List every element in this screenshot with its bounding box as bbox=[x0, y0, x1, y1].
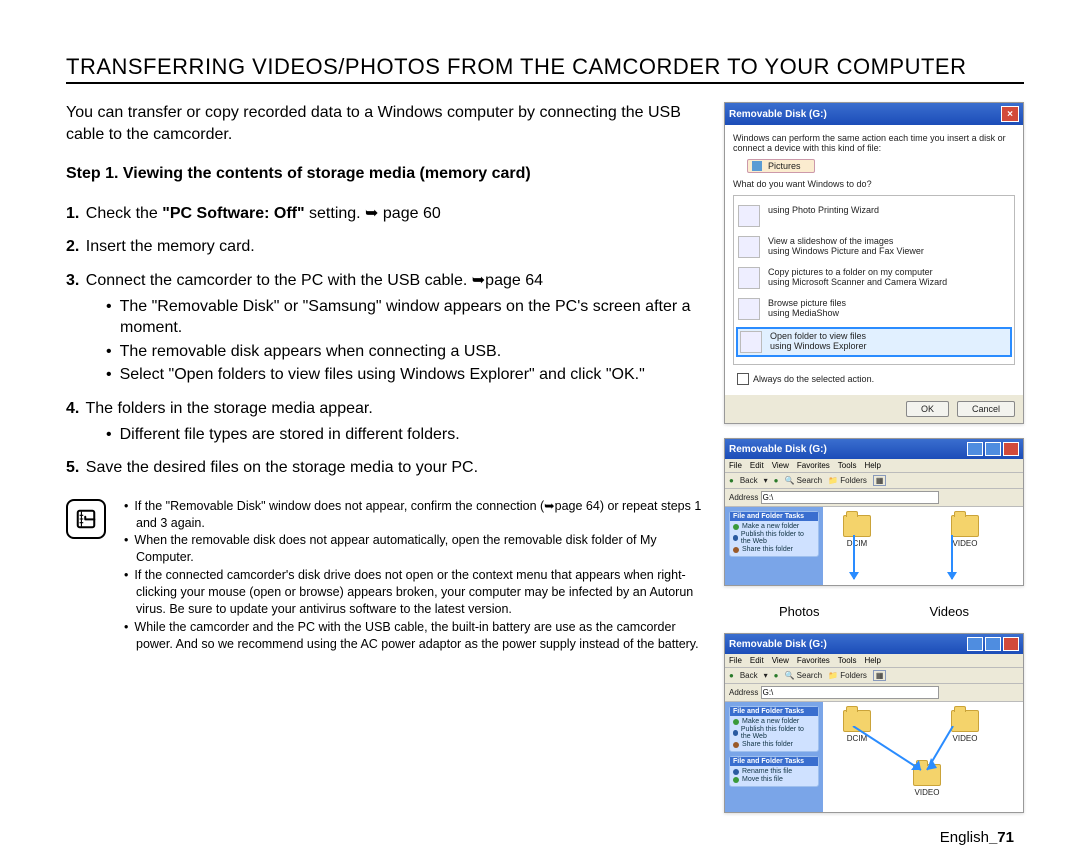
menu-item[interactable]: Favorites bbox=[797, 656, 830, 665]
option-icon bbox=[740, 331, 762, 353]
option-icon bbox=[738, 236, 760, 258]
menu-item[interactable]: Help bbox=[864, 656, 880, 665]
bullet-icon bbox=[733, 769, 739, 775]
always-checkbox[interactable]: Always do the selected action. bbox=[737, 373, 1015, 385]
dialog-prompt: What do you want Windows to do? bbox=[733, 179, 1015, 189]
task-pane: File and Folder Tasks Rename this file M… bbox=[729, 756, 819, 787]
arrow-icon bbox=[951, 535, 953, 579]
menu-item[interactable]: Favorites bbox=[797, 461, 830, 470]
menu-bar[interactable]: File Edit View Favorites Tools Help bbox=[725, 654, 1023, 668]
action-list[interactable]: using Photo Printing Wizard View a slides… bbox=[733, 195, 1015, 365]
address-input[interactable] bbox=[761, 491, 939, 504]
task-pane: File and Folder Tasks Make a new folder … bbox=[729, 511, 819, 557]
menu-item[interactable]: View bbox=[772, 461, 789, 470]
bullet-icon bbox=[733, 719, 739, 725]
address-input[interactable] bbox=[761, 686, 939, 699]
close-icon[interactable] bbox=[1003, 637, 1019, 651]
folder-icon bbox=[951, 515, 979, 537]
content-type-chip: Pictures bbox=[747, 159, 815, 173]
arrow-icon bbox=[853, 535, 855, 579]
step-subitem: Different file types are stored in diffe… bbox=[86, 424, 704, 446]
videos-label: Videos bbox=[929, 604, 969, 619]
arrow-icon bbox=[849, 726, 929, 782]
menu-item[interactable]: Help bbox=[864, 461, 880, 470]
step-item: 2. Insert the memory card. bbox=[66, 236, 704, 258]
explorer-titlebar: Removable Disk (G:) bbox=[725, 439, 1023, 459]
dialog-title: Removable Disk (G:) bbox=[729, 109, 827, 120]
minimize-icon[interactable] bbox=[967, 637, 983, 651]
photos-label: Photos bbox=[779, 604, 819, 619]
option-icon bbox=[738, 267, 760, 289]
picture-icon bbox=[752, 161, 762, 171]
step-item: 3. Connect the camcorder to the PC with … bbox=[66, 270, 704, 386]
menu-item[interactable]: Edit bbox=[750, 656, 764, 665]
task-pane: File and Folder Tasks Make a new folder … bbox=[729, 706, 819, 752]
note-icon bbox=[66, 499, 106, 539]
folder-labels: Photos Videos bbox=[724, 600, 1024, 633]
menu-item[interactable]: Tools bbox=[838, 461, 857, 470]
screenshot-explorer-bottom: Removable Disk (G:) File Edit View Favorite… bbox=[724, 633, 1024, 813]
menu-item[interactable]: File bbox=[729, 656, 742, 665]
note-list: If the "Removable Disk" window does not … bbox=[122, 497, 704, 654]
ok-button[interactable]: OK bbox=[906, 401, 949, 417]
menu-item[interactable]: View bbox=[772, 656, 789, 665]
folder-icon bbox=[843, 515, 871, 537]
screenshot-explorer-top: Removable Disk (G:) File Edit View Favorite… bbox=[724, 438, 1024, 586]
bullet-icon bbox=[733, 547, 739, 553]
folder-item[interactable]: DCIM bbox=[843, 515, 871, 577]
step-subitem: The "Removable Disk" or "Samsung" window… bbox=[86, 296, 704, 339]
bullet-icon bbox=[733, 524, 739, 530]
explorer-titlebar: Removable Disk (G:) bbox=[725, 634, 1023, 654]
action-option[interactable]: using Photo Printing Wizard bbox=[736, 203, 1012, 229]
step-heading: Step 1. Viewing the contents of storage … bbox=[66, 163, 704, 185]
step-item: 1. Check the "PC Software: Off" setting.… bbox=[66, 203, 704, 225]
option-icon bbox=[738, 298, 760, 320]
menu-bar[interactable]: File Edit View Favorites Tools Help bbox=[725, 459, 1023, 473]
maximize-icon[interactable] bbox=[985, 637, 1001, 651]
close-icon[interactable]: × bbox=[1001, 106, 1019, 122]
step-subitem: Select "Open folders to view files using… bbox=[86, 364, 704, 386]
checkbox-icon bbox=[737, 373, 749, 385]
arrow-icon bbox=[923, 726, 963, 782]
menu-item[interactable]: Edit bbox=[750, 461, 764, 470]
note-item: When the removable disk does not appear … bbox=[122, 532, 704, 566]
screenshot-autoplay-dialog: Removable Disk (G:) × Windows can perfor… bbox=[724, 102, 1024, 424]
menu-item[interactable]: Tools bbox=[838, 656, 857, 665]
dialog-titlebar: Removable Disk (G:) × bbox=[725, 103, 1023, 125]
note-item: If the "Removable Disk" window does not … bbox=[122, 498, 704, 532]
bullet-icon bbox=[733, 730, 738, 736]
address-bar[interactable]: Address bbox=[725, 489, 1023, 507]
bullet-icon bbox=[733, 742, 739, 748]
bullet-icon bbox=[733, 535, 738, 541]
option-icon bbox=[738, 205, 760, 227]
close-icon[interactable] bbox=[1003, 442, 1019, 456]
minimize-icon[interactable] bbox=[967, 442, 983, 456]
note-item: If the connected camcorder's disk drive … bbox=[122, 567, 704, 618]
action-option[interactable]: Browse picture files using MediaShow bbox=[736, 296, 1012, 322]
action-option[interactable]: Open folder to view files using Windows … bbox=[736, 327, 1012, 357]
note-item: While the camcorder and the PC with the … bbox=[122, 619, 704, 653]
dialog-text: Windows can perform the same action each… bbox=[733, 133, 1015, 153]
page-title: TRANSFERRING VIDEOS/PHOTOS FROM THE CAMC… bbox=[66, 54, 1024, 84]
folder-item[interactable]: VIDEO bbox=[951, 515, 979, 577]
intro-text: You can transfer or copy recorded data t… bbox=[66, 102, 704, 145]
bullet-icon bbox=[733, 777, 739, 783]
maximize-icon[interactable] bbox=[985, 442, 1001, 456]
step-item: 5. Save the desired files on the storage… bbox=[66, 457, 704, 479]
action-option[interactable]: Copy pictures to a folder on my computer… bbox=[736, 265, 1012, 291]
page-footer: English_71 bbox=[940, 829, 1014, 846]
toolbar[interactable]: ●Back▾●🔍 Search📁 Folders▦ bbox=[725, 473, 1023, 489]
action-option[interactable]: View a slideshow of the images using Win… bbox=[736, 234, 1012, 260]
step-item: 4. The folders in the storage media appe… bbox=[66, 398, 704, 445]
address-bar[interactable]: Address bbox=[725, 684, 1023, 702]
toolbar[interactable]: ●Back▾●🔍 Search📁 Folders▦ bbox=[725, 668, 1023, 684]
step-list: 1. Check the "PC Software: Off" setting.… bbox=[66, 203, 704, 479]
menu-item[interactable]: File bbox=[729, 461, 742, 470]
step-subitem: The removable disk appears when connecti… bbox=[86, 341, 704, 363]
cancel-button[interactable]: Cancel bbox=[957, 401, 1015, 417]
